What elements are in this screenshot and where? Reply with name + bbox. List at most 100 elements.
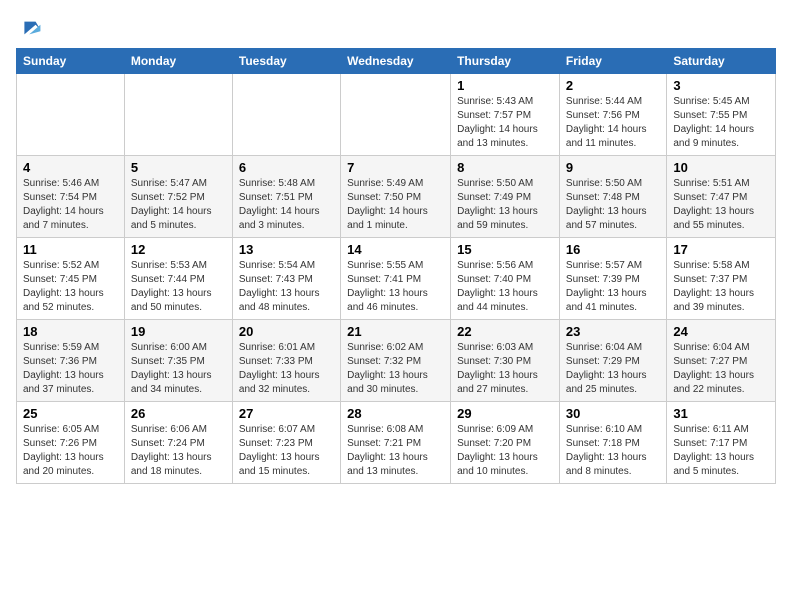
weekday-header: Monday — [124, 49, 232, 74]
day-number: 18 — [23, 324, 118, 339]
day-info: Sunrise: 5:45 AM Sunset: 7:55 PM Dayligh… — [673, 95, 769, 151]
logo — [16, 16, 42, 40]
day-number: 28 — [347, 406, 444, 421]
calendar-day-cell: 20 Sunrise: 6:01 AM Sunset: 7:33 PM Dayli… — [232, 320, 340, 402]
calendar-week-row: 25 Sunrise: 6:05 AM Sunset: 7:26 PM Dayli… — [17, 402, 776, 484]
day-info: Sunrise: 5:47 AM Sunset: 7:52 PM Dayligh… — [131, 177, 226, 233]
calendar-day-cell: 23Sunrise: 6:04 AM Sunset: 7:29 PM Dayli… — [559, 320, 666, 402]
calendar-day-cell: 10 Sunrise: 5:51 AM Sunset: 7:47 PM Dayli… — [667, 156, 776, 238]
day-number: 25 — [23, 406, 118, 421]
calendar-day-cell: 1Sunrise: 5:43 AM Sunset: 7:57 PM Daylig… — [451, 74, 560, 156]
calendar-day-cell: 12 Sunrise: 5:53 AM Sunset: 7:44 PM Dayli… — [124, 238, 232, 320]
calendar-day-cell: 8 Sunrise: 5:50 AM Sunset: 7:49 PM Daylig… — [451, 156, 560, 238]
day-info: Sunrise: 5:48 AM Sunset: 7:51 PM Dayligh… — [239, 177, 334, 233]
day-number: 24 — [673, 324, 769, 339]
day-info: Sunrise: 5:51 AM Sunset: 7:47 PM Dayligh… — [673, 177, 769, 233]
weekday-header: Sunday — [17, 49, 125, 74]
day-number: 26 — [131, 406, 226, 421]
calendar-day-cell — [232, 74, 340, 156]
day-info: Sunrise: 6:06 AM Sunset: 7:24 PM Dayligh… — [131, 423, 226, 479]
weekday-header: Wednesday — [341, 49, 451, 74]
calendar-day-cell: 27Sunrise: 6:07 AM Sunset: 7:23 PM Dayli… — [232, 402, 340, 484]
day-number: 4 — [23, 160, 118, 175]
calendar-day-cell: 2 Sunrise: 5:44 AM Sunset: 7:56 PM Daylig… — [559, 74, 666, 156]
day-info: Sunrise: 6:09 AM Sunset: 7:20 PM Dayligh… — [457, 423, 553, 479]
day-number: 16 — [566, 242, 660, 257]
day-info: Sunrise: 5:53 AM Sunset: 7:44 PM Dayligh… — [131, 259, 226, 315]
page-header — [16, 16, 776, 40]
day-number: 27 — [239, 406, 334, 421]
day-info: Sunrise: 6:11 AM Sunset: 7:17 PM Dayligh… — [673, 423, 769, 479]
calendar-day-cell: 26 Sunrise: 6:06 AM Sunset: 7:24 PM Dayli… — [124, 402, 232, 484]
day-number: 13 — [239, 242, 334, 257]
day-number: 12 — [131, 242, 226, 257]
calendar-day-cell: 22 Sunrise: 6:03 AM Sunset: 7:30 PM Dayli… — [451, 320, 560, 402]
day-number: 17 — [673, 242, 769, 257]
day-info: Sunrise: 5:59 AM Sunset: 7:36 PM Dayligh… — [23, 341, 118, 397]
day-number: 15 — [457, 242, 553, 257]
day-number: 22 — [457, 324, 553, 339]
weekday-header: Saturday — [667, 49, 776, 74]
calendar-day-cell — [17, 74, 125, 156]
calendar-table: SundayMondayTuesdayWednesdayThursdayFrid… — [16, 48, 776, 484]
day-number: 29 — [457, 406, 553, 421]
calendar-day-cell: 4Sunrise: 5:46 AM Sunset: 7:54 PM Daylig… — [17, 156, 125, 238]
day-info: Sunrise: 5:56 AM Sunset: 7:40 PM Dayligh… — [457, 259, 553, 315]
calendar-day-cell: 15 Sunrise: 5:56 AM Sunset: 7:40 PM Dayli… — [451, 238, 560, 320]
calendar-day-cell: 18 Sunrise: 5:59 AM Sunset: 7:36 PM Dayli… — [17, 320, 125, 402]
logo-text — [16, 16, 42, 40]
calendar-day-cell — [341, 74, 451, 156]
day-info: Sunrise: 6:02 AM Sunset: 7:32 PM Dayligh… — [347, 341, 444, 397]
day-number: 21 — [347, 324, 444, 339]
calendar-day-cell: 19 Sunrise: 6:00 AM Sunset: 7:35 PM Dayli… — [124, 320, 232, 402]
calendar-day-cell: 21 Sunrise: 6:02 AM Sunset: 7:32 PM Dayli… — [341, 320, 451, 402]
day-info: Sunrise: 6:04 AM Sunset: 7:27 PM Dayligh… — [673, 341, 769, 397]
calendar-day-cell: 3Sunrise: 5:45 AM Sunset: 7:55 PM Daylig… — [667, 74, 776, 156]
day-number: 19 — [131, 324, 226, 339]
day-info: Sunrise: 6:03 AM Sunset: 7:30 PM Dayligh… — [457, 341, 553, 397]
day-info: Sunrise: 5:50 AM Sunset: 7:48 PM Dayligh… — [566, 177, 660, 233]
calendar-week-row: 18 Sunrise: 5:59 AM Sunset: 7:36 PM Dayli… — [17, 320, 776, 402]
calendar-day-cell: 25 Sunrise: 6:05 AM Sunset: 7:26 PM Dayli… — [17, 402, 125, 484]
day-number: 10 — [673, 160, 769, 175]
day-info: Sunrise: 5:44 AM Sunset: 7:56 PM Dayligh… — [566, 95, 660, 151]
calendar-day-cell: 13 Sunrise: 5:54 AM Sunset: 7:43 PM Dayli… — [232, 238, 340, 320]
day-info: Sunrise: 6:05 AM Sunset: 7:26 PM Dayligh… — [23, 423, 118, 479]
day-info: Sunrise: 5:50 AM Sunset: 7:49 PM Dayligh… — [457, 177, 553, 233]
calendar-day-cell: 14 Sunrise: 5:55 AM Sunset: 7:41 PM Dayli… — [341, 238, 451, 320]
day-info: Sunrise: 5:57 AM Sunset: 7:39 PM Dayligh… — [566, 259, 660, 315]
day-info: Sunrise: 6:10 AM Sunset: 7:18 PM Dayligh… — [566, 423, 660, 479]
calendar-day-cell: 11Sunrise: 5:52 AM Sunset: 7:45 PM Dayli… — [17, 238, 125, 320]
weekday-header: Tuesday — [232, 49, 340, 74]
day-number: 14 — [347, 242, 444, 257]
day-info: Sunrise: 6:08 AM Sunset: 7:21 PM Dayligh… — [347, 423, 444, 479]
day-number: 31 — [673, 406, 769, 421]
day-number: 8 — [457, 160, 553, 175]
day-info: Sunrise: 6:00 AM Sunset: 7:35 PM Dayligh… — [131, 341, 226, 397]
day-info: Sunrise: 5:55 AM Sunset: 7:41 PM Dayligh… — [347, 259, 444, 315]
calendar-day-cell: 16 Sunrise: 5:57 AM Sunset: 7:39 PM Dayli… — [559, 238, 666, 320]
day-info: Sunrise: 5:49 AM Sunset: 7:50 PM Dayligh… — [347, 177, 444, 233]
calendar-week-row: 4Sunrise: 5:46 AM Sunset: 7:54 PM Daylig… — [17, 156, 776, 238]
day-info: Sunrise: 5:43 AM Sunset: 7:57 PM Dayligh… — [457, 95, 553, 151]
day-number: 2 — [566, 78, 660, 93]
day-number: 5 — [131, 160, 226, 175]
day-number: 23 — [566, 324, 660, 339]
calendar-body: 1Sunrise: 5:43 AM Sunset: 7:57 PM Daylig… — [17, 74, 776, 484]
day-info: Sunrise: 5:58 AM Sunset: 7:37 PM Dayligh… — [673, 259, 769, 315]
calendar-day-cell: 31 Sunrise: 6:11 AM Sunset: 7:17 PM Dayli… — [667, 402, 776, 484]
calendar-week-row: 11Sunrise: 5:52 AM Sunset: 7:45 PM Dayli… — [17, 238, 776, 320]
day-info: Sunrise: 6:01 AM Sunset: 7:33 PM Dayligh… — [239, 341, 334, 397]
calendar-day-cell: 30 Sunrise: 6:10 AM Sunset: 7:18 PM Dayli… — [559, 402, 666, 484]
day-info: Sunrise: 5:52 AM Sunset: 7:45 PM Dayligh… — [23, 259, 118, 315]
calendar-day-cell: 6 Sunrise: 5:48 AM Sunset: 7:51 PM Daylig… — [232, 156, 340, 238]
day-number: 30 — [566, 406, 660, 421]
calendar-day-cell: 28 Sunrise: 6:08 AM Sunset: 7:21 PM Dayli… — [341, 402, 451, 484]
day-number: 6 — [239, 160, 334, 175]
day-number: 9 — [566, 160, 660, 175]
calendar-day-cell — [124, 74, 232, 156]
day-number: 7 — [347, 160, 444, 175]
day-info: Sunrise: 5:54 AM Sunset: 7:43 PM Dayligh… — [239, 259, 334, 315]
calendar-day-cell: 17 Sunrise: 5:58 AM Sunset: 7:37 PM Dayli… — [667, 238, 776, 320]
day-number: 20 — [239, 324, 334, 339]
